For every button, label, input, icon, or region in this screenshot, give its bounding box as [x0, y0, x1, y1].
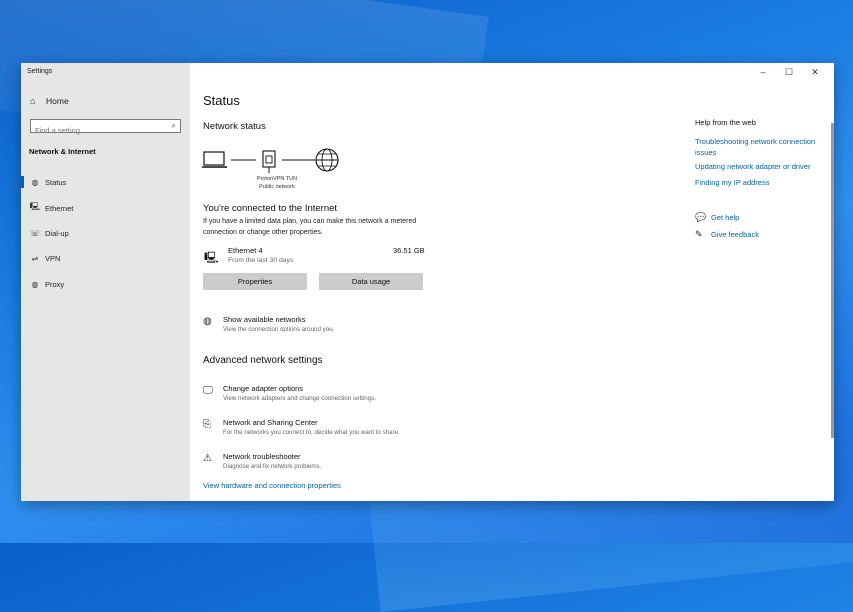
get-help-link[interactable]: 💬 Get help: [695, 212, 739, 223]
chat-bubble-icon: 💬: [695, 212, 707, 222]
advanced-settings-heading: Advanced network settings: [203, 355, 323, 366]
section-heading: Network & Internet: [29, 147, 96, 156]
page-title: Status: [203, 93, 240, 108]
sidebar-item-proxy[interactable]: ◍ Proxy: [21, 274, 190, 294]
updating-adapter-link[interactable]: Updating network adapter or driver: [695, 161, 834, 172]
settings-window: Settings ⌂ Home ⌕ Network & Internet ◍ S…: [21, 63, 834, 501]
minimize-button[interactable]: –: [750, 66, 776, 78]
option-title[interactable]: Network and Sharing Center: [223, 418, 318, 427]
network-status-heading: Network status: [203, 121, 266, 132]
sidebar-item-label: VPN: [45, 253, 61, 263]
home-link[interactable]: ⌂ Home: [30, 96, 69, 106]
adapter-name: Ethernet 4: [228, 246, 263, 255]
finding-ip-link[interactable]: Finding my IP address: [695, 177, 834, 188]
troubleshooting-link[interactable]: Troubleshooting network connection issue…: [695, 136, 834, 158]
warning-icon: ⚠: [203, 453, 212, 464]
window-controls: – ☐ ✕: [750, 66, 828, 78]
option-desc: For the networks you connect to, decide …: [223, 429, 400, 436]
diagram-label: ProtonVPN TUN Public network: [237, 175, 317, 191]
help-heading: Help from the web: [695, 118, 756, 127]
option-desc: View the connection options around you.: [223, 326, 335, 333]
sidebar-item-status[interactable]: ◍ Status: [21, 172, 190, 192]
sidebar-item-dial-up[interactable]: ☏ Dial-up: [21, 223, 190, 243]
vpn-adapter-name: ProtonVPN TUN: [256, 176, 298, 182]
properties-button[interactable]: Properties: [203, 273, 307, 290]
search-icon[interactable]: ⌕: [172, 121, 176, 131]
sidebar-item-vpn[interactable]: ⇌ VPN: [21, 248, 190, 268]
maximize-button[interactable]: ☐: [776, 66, 802, 78]
get-help-label: Get help: [711, 213, 740, 222]
connection-status-desc: If you have a limited data plan, you can…: [203, 218, 417, 236]
dial-up-icon: ☏: [29, 228, 40, 238]
option-title[interactable]: Network troubleshooter: [223, 452, 301, 461]
home-label: Home: [46, 96, 69, 106]
option-desc: View network adapters and change connect…: [223, 395, 376, 402]
ethernet-adapter-icon: 🖳: [204, 252, 219, 264]
network-sharing-icon: ⎘: [203, 419, 211, 430]
vpn-icon: ⇌: [31, 253, 39, 263]
network-type: Public network: [259, 184, 295, 190]
proxy-globe-icon: ◍: [31, 279, 39, 289]
sidebar-item-label: Proxy: [45, 279, 65, 289]
connection-status-title: You're connected to the Internet: [203, 203, 338, 214]
sidebar-item-ethernet[interactable]: 🖳 Ethernet: [21, 198, 190, 218]
internet-globe-icon: [315, 148, 339, 172]
sidebar-item-label: Ethernet: [45, 203, 74, 213]
data-usage-button[interactable]: Data usage: [319, 273, 423, 290]
sidebar-item-label: Status: [45, 177, 67, 187]
monitor-icon: 🖵: [203, 385, 213, 396]
adapter-data-usage: 36.51 GB: [393, 246, 425, 255]
give-feedback-link[interactable]: ✎ Give feedback: [695, 229, 759, 240]
home-icon: ⌂: [30, 96, 36, 106]
laptop-icon: [202, 151, 227, 168]
ethernet-icon: 🖳: [29, 202, 41, 211]
search-box[interactable]: ⌕: [30, 119, 181, 137]
wifi-globe-icon: ◍: [203, 316, 212, 327]
sidebar-item-label: Dial-up: [45, 228, 69, 238]
sidebar: Settings ⌂ Home ⌕ Network & Internet ◍ S…: [21, 63, 190, 501]
give-feedback-label: Give feedback: [711, 230, 759, 239]
main-content: – ☐ ✕ Status Network status ProtonVPN TU…: [190, 63, 834, 501]
hardware-properties-link[interactable]: View hardware and connection properties: [203, 481, 341, 490]
adapter-icon: [262, 150, 276, 173]
option-desc: Diagnose and fix network problems.: [223, 463, 322, 470]
window-title: Settings: [27, 68, 53, 75]
feedback-icon: ✎: [695, 229, 703, 239]
globe-icon: ◍: [31, 177, 39, 187]
search-input[interactable]: [31, 124, 165, 137]
adapter-period: From the last 30 days: [228, 257, 294, 264]
close-button[interactable]: ✕: [802, 66, 828, 78]
scrollbar[interactable]: [831, 123, 834, 438]
option-title[interactable]: Show available networks: [223, 315, 306, 324]
option-title[interactable]: Change adapter options: [223, 384, 303, 393]
